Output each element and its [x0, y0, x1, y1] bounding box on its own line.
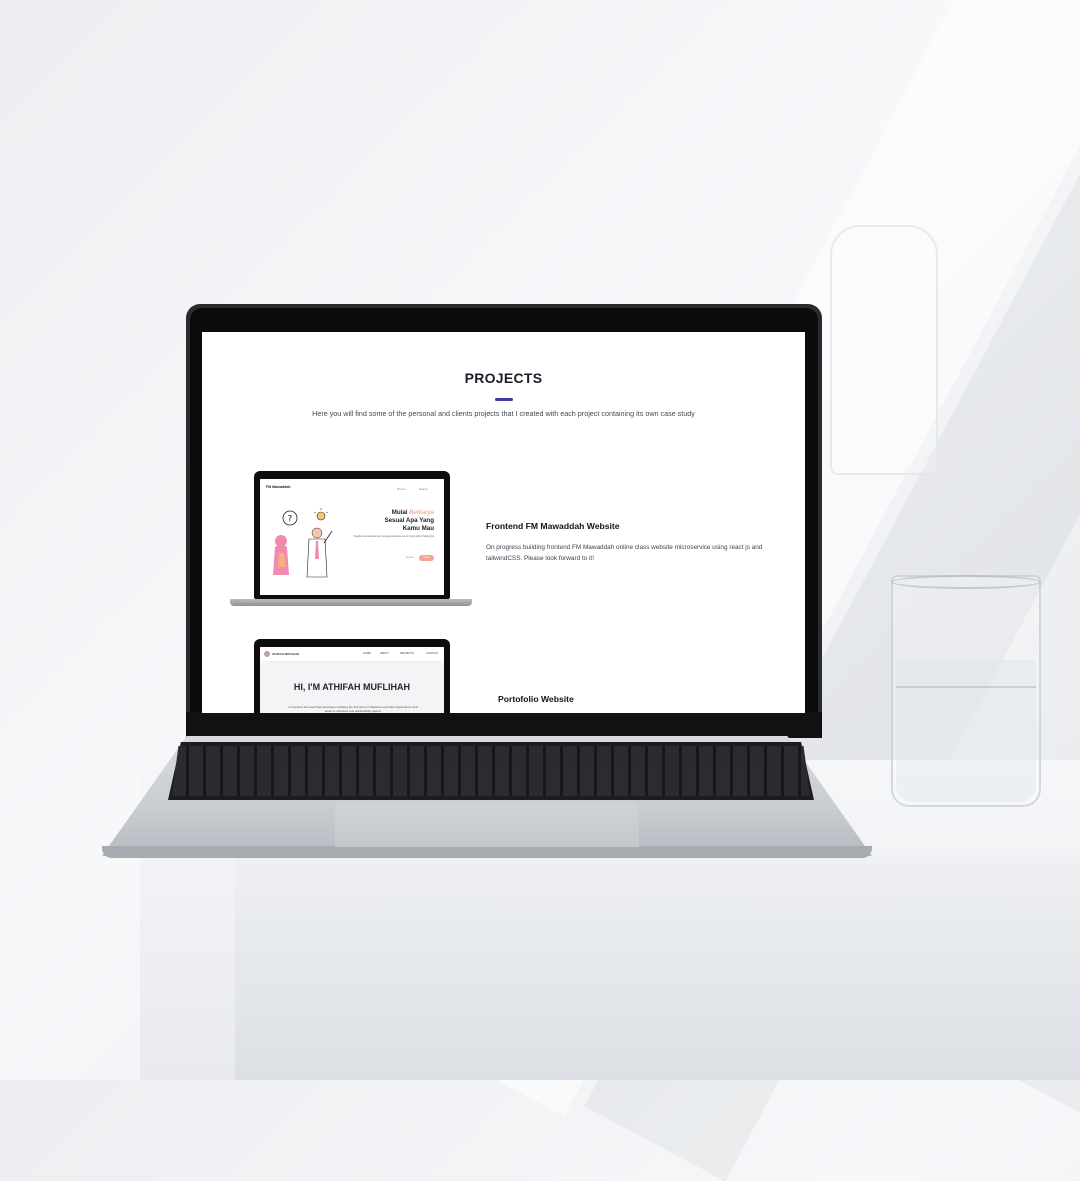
project-preview-screen[interactable]: FM Mawaddah Mentor Masuk Mulai Berkarya …	[260, 479, 444, 595]
page-title: PROJECTS	[464, 370, 543, 386]
preview-brand: ATHIFAH MUFLIHAH	[272, 652, 300, 656]
preview-hero-line3: Kamu Mau	[402, 525, 434, 532]
preview-nav-home: HOME	[363, 652, 371, 655]
page-intro: Here you will find some of the personal …	[312, 409, 695, 418]
project-preview-laptop-base	[230, 599, 472, 606]
project-title[interactable]: Frontend FM Mawaddah Website	[486, 521, 620, 531]
preview-hero-accent: Berkarya	[409, 509, 434, 516]
laptop-hinge	[186, 712, 822, 738]
title-underline	[495, 398, 513, 401]
preview-nav-masuk: Masuk	[419, 487, 428, 491]
glass-rim	[891, 575, 1041, 589]
table-edge	[235, 855, 1080, 1080]
preview-nav-about: ABOUT	[380, 652, 389, 655]
glass-bottle	[830, 225, 938, 475]
preview-brand: FM Mawaddah	[266, 485, 291, 489]
avatar	[264, 651, 270, 657]
glass-water	[896, 660, 1036, 802]
preview-hero-prefix: Mulai	[391, 509, 410, 516]
svg-text:?: ?	[288, 515, 293, 525]
glass-waterline	[896, 686, 1036, 688]
preview-hero-line2: Sesual Apa Yang	[384, 517, 434, 524]
preview-hero: HI, I'M ATHIFAH MUFLIHAH	[293, 682, 411, 692]
preview-button: Daftar	[419, 555, 434, 561]
question-icon: ?	[282, 510, 298, 526]
project-preview-screen[interactable]: ATHIFAH MUFLIHAH HOME ABOUT PROJECTS CON…	[260, 647, 444, 713]
keyboard-keys	[172, 746, 810, 796]
project-description: On progress building frontend FM Mawadda…	[486, 544, 763, 562]
preview-sub: Tetapkan kemampuan dan berkarya bersama …	[353, 535, 434, 538]
illustration-people: ?	[273, 508, 333, 578]
preview-nav-mentor: Mentor	[397, 487, 406, 491]
preview-hero: Mulai Berkarya Sesual Apa Yang Kamu Mau	[384, 509, 434, 533]
preview-nav-projects: PROJECTS	[400, 652, 414, 655]
laptop-trackpad	[335, 803, 639, 847]
preview-header: ATHIFAH MUFLIHAH HOME ABOUT PROJECTS CON…	[260, 647, 444, 662]
preview-link: Explore	[405, 556, 414, 559]
project-title[interactable]: Portofolio Website	[498, 694, 574, 704]
lightbulb-icon	[313, 508, 329, 521]
preview-sub: A Frontend Focused Web Developer buildin…	[288, 705, 418, 713]
laptop-base-front	[102, 846, 872, 858]
laptop-screen: PROJECTS Here you will find some of the …	[202, 332, 805, 713]
preview-nav-contact: CONTACT	[426, 652, 439, 655]
